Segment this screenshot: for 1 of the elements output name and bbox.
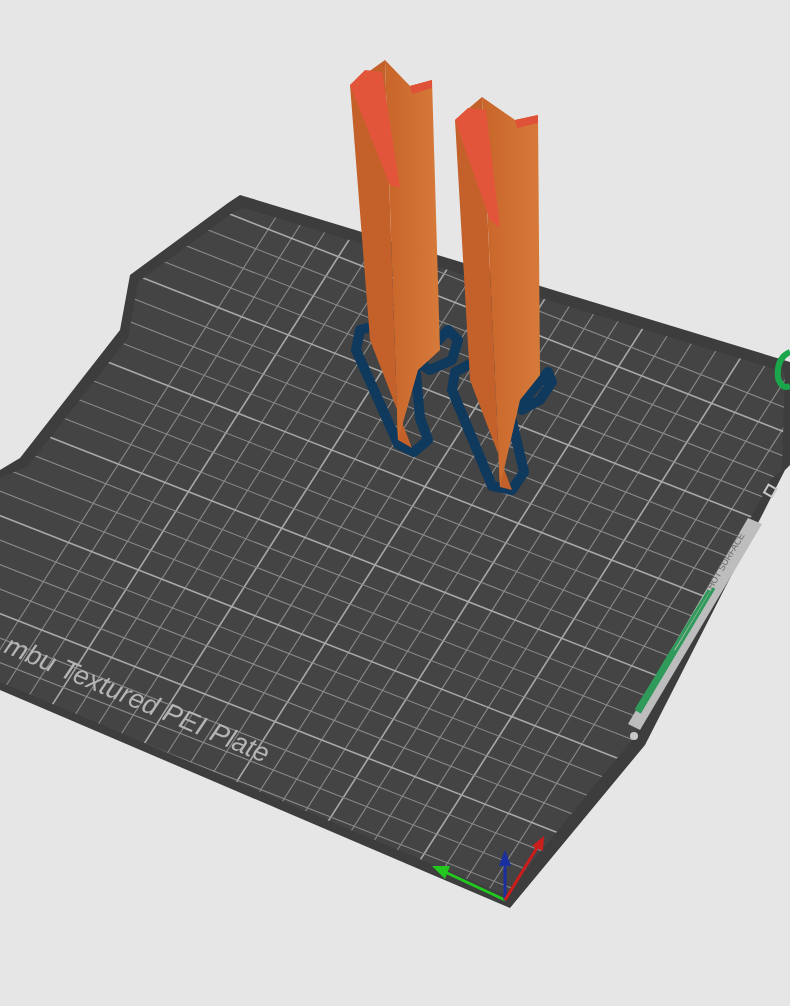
slider-handle-icon	[630, 732, 638, 740]
